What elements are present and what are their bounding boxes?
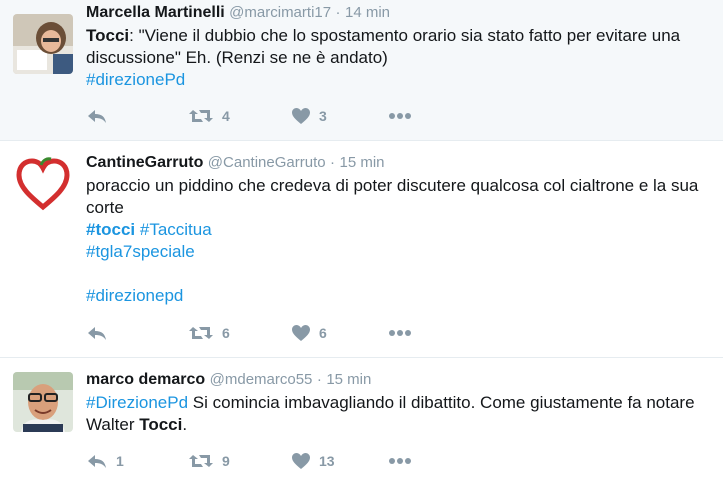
tweet-text-line: corte bbox=[86, 197, 717, 219]
text-segment: . bbox=[182, 415, 188, 434]
hashtag-link[interactable]: #DirezionePd bbox=[86, 393, 188, 412]
like-count: 6 bbox=[319, 325, 327, 341]
retweet-icon bbox=[188, 452, 214, 470]
author-handle[interactable]: @marcimarti17 bbox=[229, 4, 331, 21]
reply-icon bbox=[86, 324, 108, 342]
like-button[interactable]: 13 bbox=[291, 452, 335, 470]
retweet-icon bbox=[188, 107, 214, 125]
tweet-text-line: #tgla7speciale bbox=[86, 241, 717, 263]
reply-icon bbox=[86, 452, 108, 470]
highlighted-term: Tocci bbox=[86, 26, 130, 45]
author-name[interactable]: marco demarco bbox=[86, 371, 205, 388]
tweet-text-line: #direzionepd bbox=[86, 285, 717, 307]
tweet-text-line: poraccio un piddino che credeva di poter… bbox=[86, 175, 717, 197]
text-segment: Walter bbox=[86, 415, 140, 434]
tweet-text-line: Walter Tocci. bbox=[86, 414, 717, 436]
reply-count: 1 bbox=[116, 453, 124, 469]
tweet-actions: 4 3 bbox=[86, 105, 411, 127]
separator: · bbox=[316, 371, 322, 388]
text-segment: discussione" Eh. (Renzi se ne è andato) bbox=[86, 48, 388, 67]
author-name[interactable]: Marcella Martinelli bbox=[86, 4, 225, 21]
timestamp[interactable]: 15 min bbox=[326, 371, 371, 388]
reply-button[interactable] bbox=[86, 324, 108, 342]
hashtag-link[interactable]: #Taccitua bbox=[140, 220, 212, 239]
timestamp[interactable]: 14 min bbox=[345, 4, 390, 21]
tweet-text-line bbox=[86, 263, 717, 285]
tweet-item[interactable]: CantineGarruto @CantineGarruto · 15 min … bbox=[0, 141, 723, 358]
tweet-text: poraccio un piddino che credeva di poter… bbox=[86, 175, 717, 307]
retweet-button[interactable]: 6 bbox=[188, 324, 230, 342]
more-icon bbox=[388, 112, 412, 120]
like-count: 13 bbox=[319, 453, 335, 469]
heart-icon bbox=[291, 324, 311, 342]
like-count: 3 bbox=[319, 108, 327, 124]
avatar[interactable] bbox=[13, 372, 73, 432]
tweet-actions: 6 6 bbox=[86, 322, 411, 344]
retweet-icon bbox=[188, 324, 214, 342]
tweet-text: Tocci: "Viene il dubbio che lo spostamen… bbox=[86, 25, 717, 91]
text-segment: Si comincia imbavagliando il dibattito. … bbox=[188, 393, 695, 412]
tweet-item[interactable]: Marcella Martinelli @marcimarti17 · 14 m… bbox=[0, 0, 723, 141]
tweet-text-line: discussione" Eh. (Renzi se ne è andato) bbox=[86, 47, 717, 69]
reply-button[interactable]: 1 bbox=[86, 452, 124, 470]
more-button[interactable] bbox=[388, 112, 412, 120]
hashtag-link[interactable]: #direzionepd bbox=[86, 286, 183, 305]
highlighted-term: Tocci bbox=[139, 415, 183, 434]
separator: · bbox=[330, 154, 336, 171]
like-button[interactable]: 6 bbox=[291, 324, 327, 342]
more-icon bbox=[388, 457, 412, 465]
tweet-header: Marcella Martinelli @marcimarti17 · 14 m… bbox=[86, 3, 717, 23]
tweet-actions: 1 9 13 bbox=[86, 450, 411, 472]
like-button[interactable]: 3 bbox=[291, 107, 327, 125]
text-segment: : "Viene il dubbio che lo spostamento or… bbox=[129, 26, 681, 45]
retweet-count: 9 bbox=[222, 453, 230, 469]
more-button[interactable] bbox=[388, 457, 412, 465]
reply-button[interactable] bbox=[86, 107, 108, 125]
tweet-text: #DirezionePd Si comincia imbavagliando i… bbox=[86, 392, 717, 436]
text-segment: corte bbox=[86, 198, 124, 217]
retweet-count: 6 bbox=[222, 325, 230, 341]
more-button[interactable] bbox=[388, 329, 412, 337]
heart-icon bbox=[291, 452, 311, 470]
tweet-text-line: #DirezionePd Si comincia imbavagliando i… bbox=[86, 392, 717, 414]
tweet-item[interactable]: marco demarco @mdemarco55 · 15 min #Dire… bbox=[0, 358, 723, 478]
tweet-header: CantineGarruto @CantineGarruto · 15 min bbox=[86, 153, 717, 173]
tweet-text-line: #direzionePd bbox=[86, 69, 717, 91]
hashtag-link[interactable]: #direzionePd bbox=[86, 70, 185, 89]
retweet-button[interactable]: 4 bbox=[188, 107, 230, 125]
heart-icon bbox=[291, 107, 311, 125]
tweet-text-line: Tocci: "Viene il dubbio che lo spostamen… bbox=[86, 25, 717, 47]
retweet-count: 4 bbox=[222, 108, 230, 124]
reply-icon bbox=[86, 107, 108, 125]
hashtag-link[interactable]: #tocci bbox=[86, 220, 135, 239]
text-segment: poraccio un piddino che credeva di poter… bbox=[86, 176, 699, 195]
avatar[interactable] bbox=[13, 14, 73, 74]
tweet-header: marco demarco @mdemarco55 · 15 min bbox=[86, 370, 717, 390]
tweet-text-line: #tocci #Taccitua bbox=[86, 219, 717, 241]
separator: · bbox=[335, 4, 341, 21]
hashtag-link[interactable]: #tgla7speciale bbox=[86, 242, 195, 261]
author-name[interactable]: CantineGarruto bbox=[86, 154, 203, 171]
timestamp[interactable]: 15 min bbox=[339, 154, 384, 171]
author-handle[interactable]: @mdemarco55 bbox=[210, 371, 313, 388]
avatar[interactable] bbox=[13, 155, 73, 215]
more-icon bbox=[388, 329, 412, 337]
author-handle[interactable]: @CantineGarruto bbox=[208, 154, 326, 171]
retweet-button[interactable]: 9 bbox=[188, 452, 230, 470]
